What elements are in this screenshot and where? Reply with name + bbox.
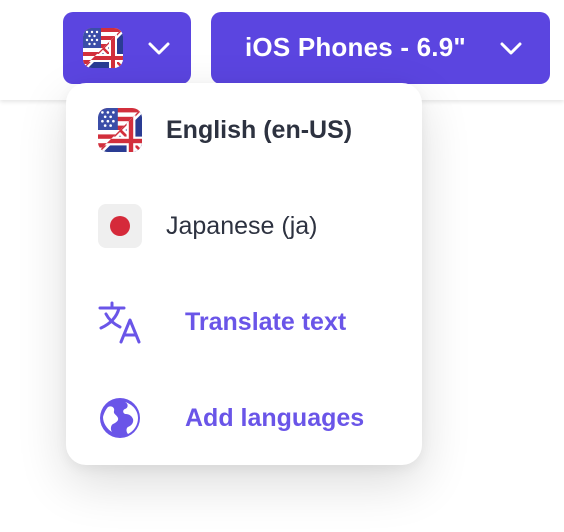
language-dropdown-menu: English (en-US) Japanese (ja) Translate … <box>66 83 422 465</box>
translate-text-button[interactable]: Translate text <box>66 277 422 367</box>
menu-item-english[interactable]: English (en-US) <box>66 85 422 175</box>
device-selector-label: iOS Phones - 6.9" <box>245 32 466 62</box>
chevron-down-icon <box>499 38 523 63</box>
menu-item-label: English (en-US) <box>166 116 353 144</box>
menu-action-label: Translate text <box>185 308 347 336</box>
us-uk-flag-icon <box>98 108 142 152</box>
language-selector-button[interactable] <box>63 12 191 84</box>
us-uk-flag-icon <box>83 28 123 73</box>
chevron-down-icon <box>147 38 171 63</box>
menu-item-label: Japanese (ja) <box>166 212 318 240</box>
menu-item-japanese[interactable]: Japanese (ja) <box>66 181 422 271</box>
add-languages-button[interactable]: Add languages <box>66 373 422 463</box>
globe-icon <box>98 396 142 440</box>
translate-icon <box>98 300 142 344</box>
device-selector-button[interactable]: iOS Phones - 6.9" <box>211 12 550 84</box>
menu-action-label: Add languages <box>185 404 365 432</box>
japan-flag-icon <box>98 204 142 248</box>
